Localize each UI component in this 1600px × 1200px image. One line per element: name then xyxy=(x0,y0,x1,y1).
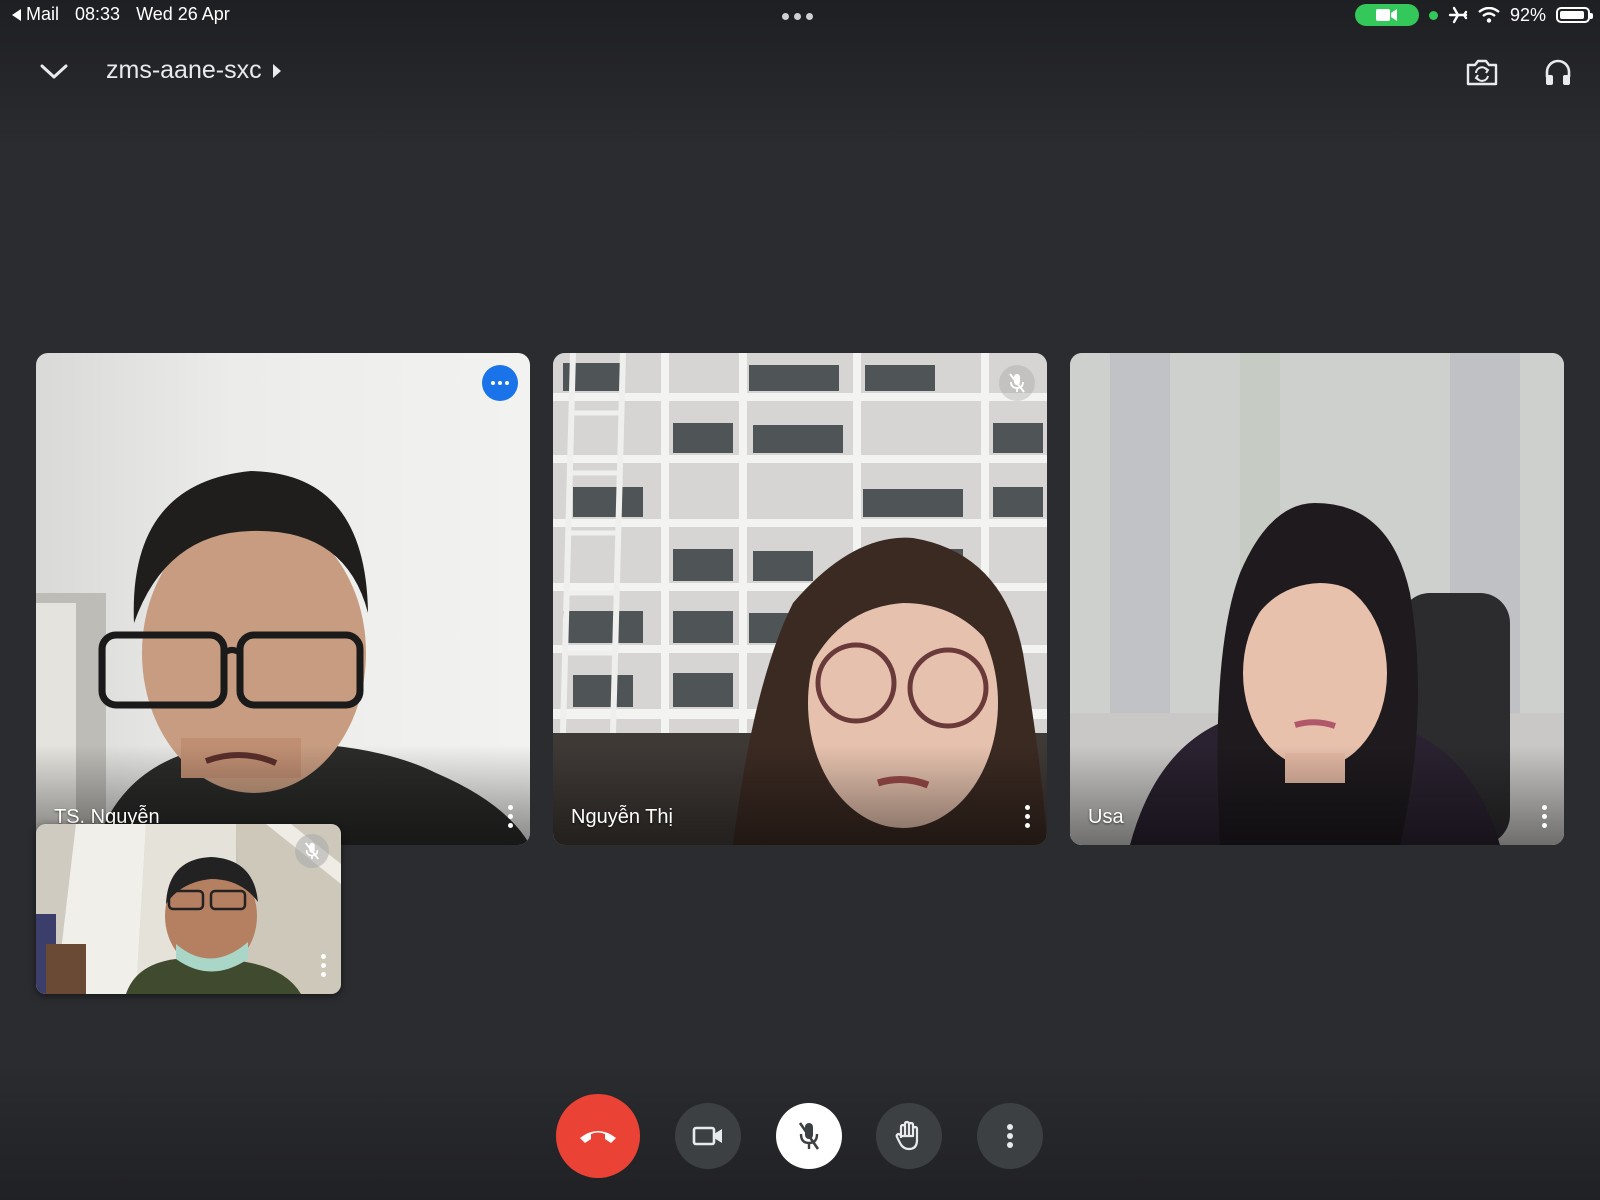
self-preview-tile[interactable] xyxy=(36,824,341,994)
participant-tile[interactable]: Nguyễn Thị xyxy=(553,353,1047,845)
camera-in-use-indicator xyxy=(1354,4,1419,26)
raise-hand-button[interactable] xyxy=(876,1103,942,1169)
meeting-info-button[interactable]: zms-aane-sxc xyxy=(106,56,282,85)
hang-up-icon xyxy=(580,1131,616,1143)
status-date: Wed 26 Apr xyxy=(136,4,230,24)
airplane-mode-icon xyxy=(1448,6,1468,24)
meeting-code: zms-aane-sxc xyxy=(106,56,262,84)
caret-right-icon xyxy=(272,63,281,78)
status-time: 08:33 xyxy=(75,4,121,24)
participant-tile[interactable]: TS. Nguyễn xyxy=(36,353,530,845)
end-call-button[interactable] xyxy=(556,1094,640,1178)
participant-options-button[interactable] xyxy=(1534,801,1554,831)
status-bar: Mail 08:33 Wed 26 Apr 92% xyxy=(0,0,1600,30)
mic-off-icon xyxy=(1009,373,1025,393)
self-muted-indicator xyxy=(295,834,329,868)
more-options-button[interactable] xyxy=(977,1103,1043,1169)
mic-off-icon xyxy=(304,842,320,860)
switch-camera-button[interactable] xyxy=(1462,52,1502,92)
muted-indicator xyxy=(999,365,1035,401)
call-controls-bar xyxy=(556,1094,1046,1178)
audio-output-button[interactable] xyxy=(1538,52,1578,92)
participant-name: Nguyễn Thị xyxy=(571,806,673,828)
meet-call-screen: Mail 08:33 Wed 26 Apr 92% zms-aane-sxc T… xyxy=(0,0,1600,1200)
multitasking-dots[interactable] xyxy=(782,13,813,20)
mic-off-icon xyxy=(798,1122,820,1150)
meeting-header: zms-aane-sxc xyxy=(0,50,1600,94)
video-camera-icon xyxy=(1375,9,1397,21)
back-to-app[interactable]: Mail xyxy=(10,4,59,25)
battery-icon xyxy=(1556,7,1593,23)
participant-tile[interactable]: Usa xyxy=(1070,353,1564,845)
participant-options-button[interactable] xyxy=(500,801,520,831)
chevron-down-icon xyxy=(40,64,68,79)
microphone-toggle-button[interactable] xyxy=(776,1103,842,1169)
participant-options-button[interactable] xyxy=(1017,801,1037,831)
battery-percentage: 92% xyxy=(1509,4,1546,25)
camera-toggle-button[interactable] xyxy=(675,1103,741,1169)
wifi-icon xyxy=(1478,7,1500,23)
back-triangle-icon xyxy=(12,8,21,21)
minimize-button[interactable] xyxy=(34,56,74,88)
participant-name: Usa xyxy=(1088,806,1124,828)
video-camera-icon xyxy=(692,1126,722,1146)
switch-camera-icon xyxy=(1466,59,1498,86)
more-vertical-icon xyxy=(1007,1124,1013,1148)
hand-icon xyxy=(895,1120,919,1151)
headphones-icon xyxy=(1545,59,1571,85)
back-app-label: Mail xyxy=(26,4,60,24)
mic-in-use-dot xyxy=(1428,10,1438,20)
self-options-button[interactable] xyxy=(313,950,333,980)
speaking-indicator-badge xyxy=(482,365,518,401)
